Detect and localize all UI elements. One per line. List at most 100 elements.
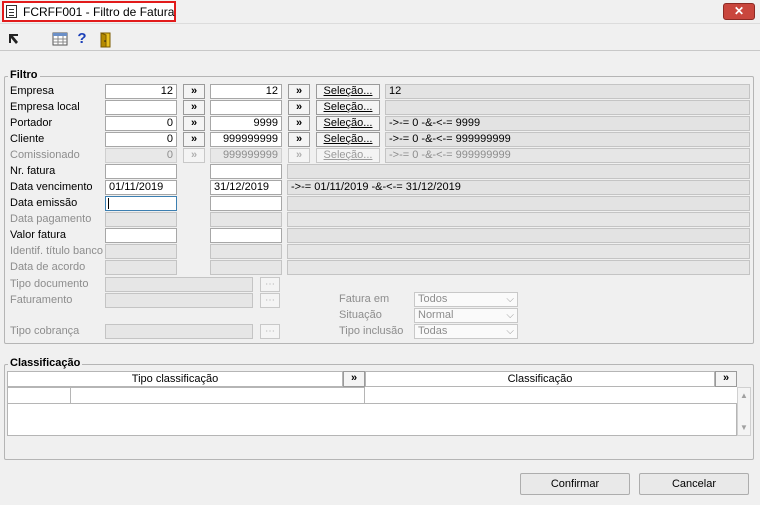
cliente-summary: ->-= 0 -&-<-= 999999999	[385, 132, 750, 147]
table-row[interactable]	[365, 387, 737, 404]
comissionado-selection-button: Seleção...	[316, 148, 380, 163]
data-emissao-from-input[interactable]	[105, 196, 177, 211]
fatura-em-value: Todos	[418, 293, 448, 305]
grid-icon[interactable]	[52, 32, 68, 48]
data-vencimento-label: Data vencimento	[10, 181, 93, 193]
close-icon: ✕	[733, 4, 745, 18]
identif-titulo-banco-from-input	[105, 244, 177, 259]
tipo-documento-label: Tipo documento	[10, 278, 89, 290]
cliente-from-input[interactable]: 0	[105, 132, 177, 147]
empresa-to-input[interactable]: 12	[210, 84, 282, 99]
portador-selection-button[interactable]: Seleção...	[316, 116, 380, 131]
tipo-cobranca-lookup-button: ⋯	[260, 324, 280, 339]
confirm-button[interactable]: Confirmar	[520, 473, 630, 495]
valor-fatura-to-input[interactable]	[210, 228, 282, 243]
data-pagamento-from-input	[105, 212, 177, 227]
help-icon[interactable]: ?	[74, 31, 90, 47]
empresa-local-to-input[interactable]	[210, 100, 282, 115]
column-expand-button-2[interactable]: »	[715, 371, 737, 387]
tipo-inclusao-select: Todas ⌵	[414, 324, 518, 339]
comissionado-label: Comissionado	[10, 149, 80, 161]
empresa-local-range-button[interactable]: »	[183, 100, 205, 115]
empresa-to-range-button[interactable]: »	[288, 84, 310, 99]
nr-fatura-to-input[interactable]	[210, 164, 282, 179]
window-title: FCRFF001 - Filtro de Fatura	[23, 5, 175, 19]
scroll-up-icon: ▲	[740, 391, 748, 400]
close-button[interactable]: ✕	[723, 3, 755, 20]
empresa-range-button[interactable]: »	[183, 84, 205, 99]
data-acordo-from-input	[105, 260, 177, 275]
fatura-em-label: Fatura em	[339, 293, 390, 305]
empresa-summary: 12	[385, 84, 750, 99]
comissionado-to-range-button: »	[288, 148, 310, 163]
faturamento-input	[105, 293, 253, 308]
column-expand-button[interactable]: »	[343, 371, 365, 387]
filter-group-label: Filtro	[8, 69, 40, 81]
tipo-cobranca-input	[105, 324, 253, 339]
cliente-range-button[interactable]: »	[183, 132, 205, 147]
comissionado-from-input: 0	[105, 148, 177, 163]
data-pagamento-summary	[287, 212, 750, 227]
toolbar-separator	[0, 50, 760, 51]
portador-from-input[interactable]: 0	[105, 116, 177, 131]
situacao-value: Normal	[418, 309, 454, 321]
pointer-arrow-icon[interactable]	[6, 32, 22, 48]
data-emissao-label: Data emissão	[10, 197, 78, 209]
valor-fatura-summary	[287, 228, 750, 243]
table-row[interactable]	[7, 387, 71, 404]
cliente-selection-button[interactable]: Seleção...	[316, 132, 380, 147]
tipo-inclusao-value: Todas	[418, 325, 448, 337]
nr-fatura-summary	[287, 164, 750, 179]
data-vencimento-to-input[interactable]: 31/12/2019	[210, 180, 282, 195]
identif-titulo-banco-label: Identif. título banco	[10, 245, 103, 257]
data-pagamento-label: Data pagamento	[10, 213, 92, 225]
cancel-button[interactable]: Cancelar	[639, 473, 749, 495]
portador-label: Portador	[10, 117, 53, 129]
cliente-to-range-button[interactable]: »	[288, 132, 310, 147]
empresa-from-input[interactable]: 12	[105, 84, 177, 99]
tipo-inclusao-label: Tipo inclusão	[339, 325, 404, 337]
portador-range-button[interactable]: »	[183, 116, 205, 131]
document-icon	[6, 5, 17, 18]
data-pagamento-to-input	[210, 212, 282, 227]
empresa-local-to-range-button[interactable]: »	[288, 100, 310, 115]
data-emissao-summary	[287, 196, 750, 211]
data-vencimento-summary: ->-= 01/11/2019 -&-<-= 31/12/2019	[287, 180, 750, 195]
portador-to-input[interactable]: 9999	[210, 116, 282, 131]
scroll-down-icon: ▼	[740, 423, 748, 432]
portador-to-range-button[interactable]: »	[288, 116, 310, 131]
nr-fatura-from-input[interactable]	[105, 164, 177, 179]
grid-scrollbar[interactable]: ▲ ▼	[737, 387, 751, 436]
empresa-label: Empresa	[10, 85, 55, 97]
faturamento-lookup-button: ⋯	[260, 293, 280, 308]
data-emissao-to-input[interactable]	[210, 196, 282, 211]
tipo-documento-input	[105, 277, 253, 292]
empresa-local-summary	[385, 100, 750, 115]
chevron-down-icon: ⌵	[506, 294, 514, 305]
column-header-classificacao[interactable]: Classificação	[365, 371, 715, 387]
identif-titulo-banco-summary	[287, 244, 750, 259]
comissionado-range-button: »	[183, 148, 205, 163]
data-acordo-label: Data de acordo	[10, 261, 86, 273]
tipo-cobranca-label: Tipo cobrança	[10, 325, 80, 337]
portador-summary: ->-= 0 -&-<-= 9999	[385, 116, 750, 131]
comissionado-summary: ->-= 0 -&-<-= 999999999	[385, 148, 750, 163]
chevron-down-icon: ⌵	[506, 310, 514, 321]
text-cursor	[108, 198, 109, 209]
empresa-local-selection-button[interactable]: Seleção...	[316, 100, 380, 115]
data-vencimento-from-input[interactable]: 01/11/2019	[105, 180, 177, 195]
valor-fatura-from-input[interactable]	[105, 228, 177, 243]
table-row[interactable]	[71, 387, 365, 404]
exit-door-icon[interactable]	[97, 32, 113, 48]
cliente-label: Cliente	[10, 133, 45, 145]
identif-titulo-banco-to-input	[210, 244, 282, 259]
data-acordo-to-input	[210, 260, 282, 275]
tipo-documento-lookup-button: ⋯	[260, 277, 280, 292]
empresa-local-from-input[interactable]	[105, 100, 177, 115]
cliente-to-input[interactable]: 999999999	[210, 132, 282, 147]
valor-fatura-label: Valor fatura	[10, 229, 67, 241]
situacao-label: Situação	[339, 309, 382, 321]
comissionado-to-input: 999999999	[210, 148, 282, 163]
empresa-selection-button[interactable]: Seleção...	[316, 84, 380, 99]
column-header-tipo-classificacao[interactable]: Tipo classificação	[7, 371, 343, 387]
